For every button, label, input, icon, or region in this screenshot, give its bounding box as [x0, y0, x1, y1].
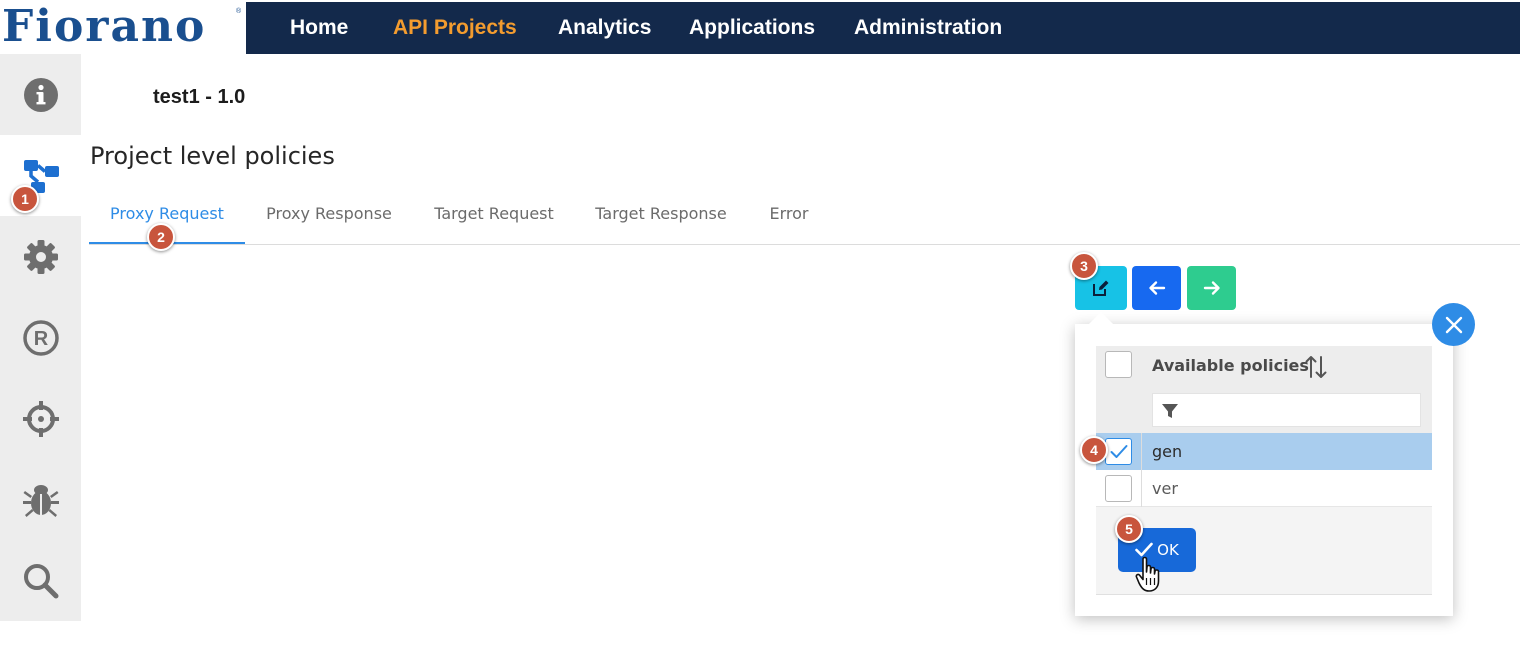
- row-checkbox-cell: [1096, 470, 1142, 507]
- search-icon: [23, 563, 58, 598]
- crosshair-icon: [22, 400, 59, 437]
- step-badge-5: 5: [1115, 515, 1143, 543]
- nav-api-projects[interactable]: API Projects: [393, 2, 517, 54]
- list-item-gen[interactable]: gen: [1096, 433, 1432, 470]
- gear-icon: [23, 239, 58, 274]
- check-icon: [1110, 445, 1128, 458]
- sort-icon[interactable]: [1304, 354, 1328, 380]
- sidebar: R: [0, 54, 81, 621]
- list-item-ver[interactable]: ver: [1096, 470, 1432, 507]
- policy-tabs: Proxy Request Proxy Response Target Requ…: [89, 196, 1520, 245]
- tab-proxy-response[interactable]: Proxy Response: [255, 196, 403, 244]
- step-badge-2: 2: [147, 223, 175, 251]
- tab-target-request[interactable]: Target Request: [423, 196, 565, 244]
- close-icon: [1445, 316, 1462, 333]
- info-icon: [23, 77, 58, 112]
- main-navbar: Home API Projects Analytics Applications…: [246, 2, 1520, 54]
- sidebar-item-info[interactable]: [0, 54, 81, 135]
- logo-text: Fiorano: [2, 1, 207, 52]
- nav-analytics[interactable]: Analytics: [558, 2, 651, 54]
- sidebar-item-target[interactable]: [0, 378, 81, 459]
- project-title: test1 - 1.0: [153, 86, 246, 108]
- list-item-label: ver: [1152, 479, 1178, 498]
- filter-icon: [1162, 404, 1178, 418]
- hand-cursor-icon: [1135, 556, 1160, 592]
- sidebar-item-search[interactable]: [0, 540, 81, 621]
- bug-icon: [22, 484, 59, 517]
- row-checkbox-ver[interactable]: [1105, 475, 1132, 502]
- tab-target-response[interactable]: Target Response: [584, 196, 738, 244]
- filter-input[interactable]: [1152, 393, 1421, 427]
- step-badge-4: 4: [1080, 436, 1108, 464]
- section-title: Project level policies: [90, 142, 335, 170]
- list-header-label: Available policies: [1152, 356, 1309, 375]
- step-badge-3: 3: [1070, 252, 1098, 280]
- logo[interactable]: Fiorano ®: [0, 0, 246, 54]
- close-panel-button[interactable]: [1432, 303, 1475, 346]
- sidebar-item-registry[interactable]: R: [0, 297, 81, 378]
- move-left-button[interactable]: [1132, 266, 1181, 310]
- registered-icon: R: [22, 319, 59, 356]
- nav-applications[interactable]: Applications: [689, 2, 815, 54]
- tab-error[interactable]: Error: [759, 196, 819, 244]
- top-bar: Fiorano ® Home API Projects Analytics Ap…: [0, 0, 1520, 54]
- nav-administration[interactable]: Administration: [854, 2, 1002, 54]
- list-item-label: gen: [1152, 442, 1183, 461]
- edit-icon: [1093, 280, 1109, 296]
- select-all-checkbox[interactable]: [1105, 351, 1132, 378]
- step-badge-1: 1: [11, 185, 39, 213]
- arrow-left-icon: [1148, 281, 1165, 295]
- sidebar-item-settings[interactable]: [0, 216, 81, 297]
- arrow-right-icon: [1203, 281, 1220, 295]
- row-checkbox-gen[interactable]: [1105, 438, 1132, 465]
- nav-home[interactable]: Home: [290, 2, 348, 54]
- svg-text:R: R: [33, 328, 48, 350]
- list-header: Available policies: [1096, 346, 1432, 433]
- move-right-button[interactable]: [1187, 266, 1236, 310]
- sidebar-item-debug[interactable]: [0, 459, 81, 540]
- page: Fiorano ® Home API Projects Analytics Ap…: [0, 0, 1520, 662]
- logo-registered-mark: ®: [236, 8, 242, 15]
- panel-pointer: [1089, 312, 1113, 324]
